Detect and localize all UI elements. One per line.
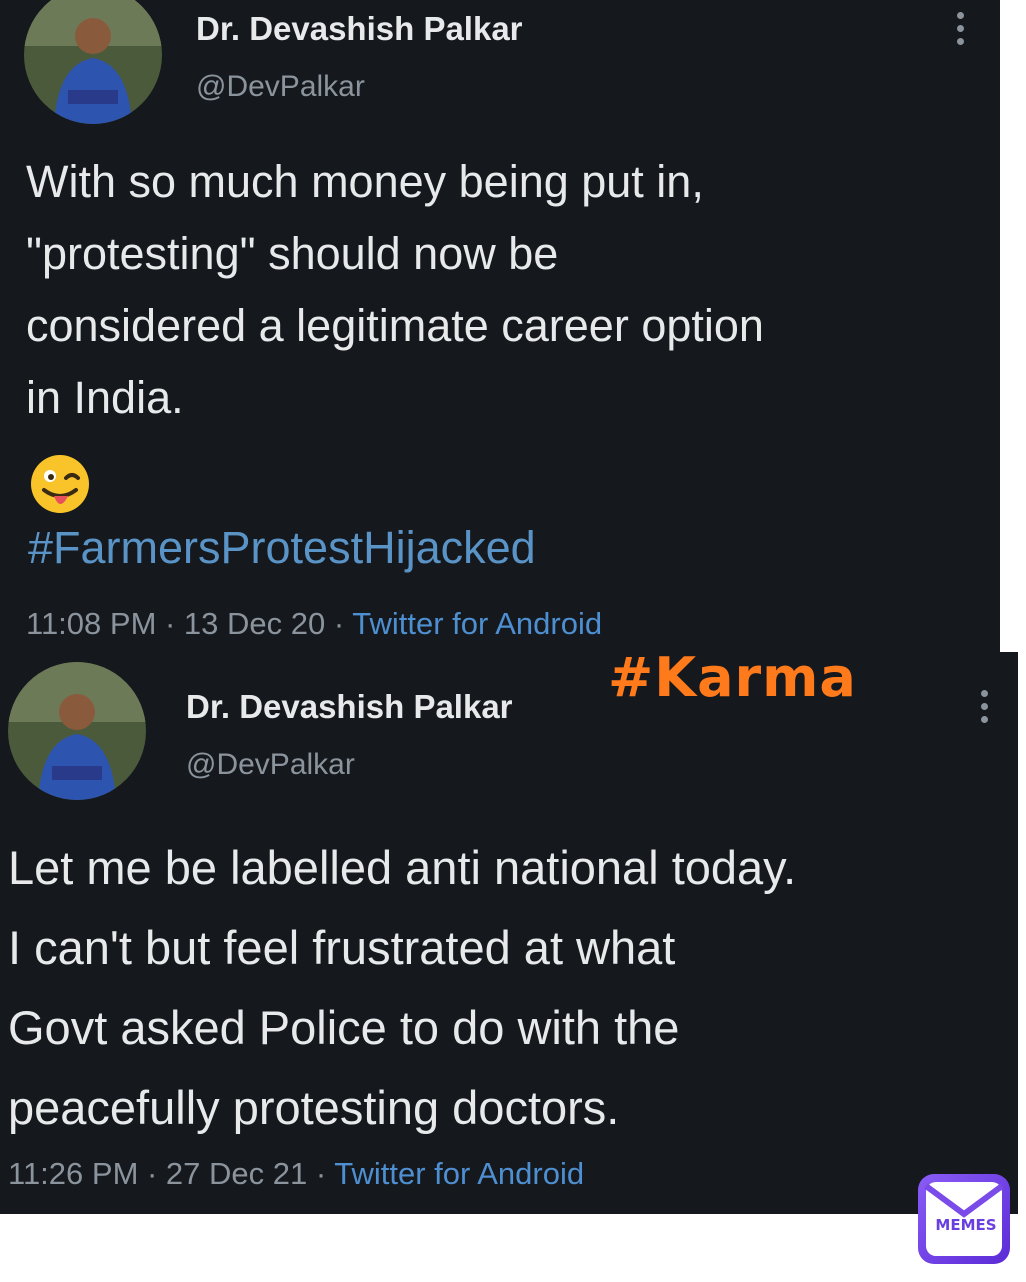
tweet-meta: 11:26 PM · 27 Dec 21 · Twitter for Andro…	[8, 1156, 584, 1192]
hashtag-link[interactable]: #FarmersProtestHijacked	[28, 522, 536, 574]
timestamp: 11:26 PM · 27 Dec 21 ·	[8, 1156, 335, 1191]
karma-caption: #Karma	[608, 646, 857, 709]
author-handle[interactable]: @DevPalkar	[186, 748, 355, 782]
tweet-text: Let me be labelled anti national today. …	[8, 841, 797, 1134]
tweet-meta: 11:08 PM · 13 Dec 20 · Twitter for Andro…	[26, 606, 602, 642]
tweet-card-2: Dr. Devashish Palkar @DevPalkar Let me b…	[0, 652, 1018, 1214]
author-name[interactable]: Dr. Devashish Palkar	[196, 10, 523, 48]
timestamp: 11:08 PM · 13 Dec 20 ·	[26, 606, 353, 641]
avatar-photo	[8, 662, 146, 800]
tweet-card-1: Dr. Devashish Palkar @DevPalkar With so …	[0, 0, 1000, 652]
winking-face-with-tongue-icon	[31, 455, 89, 513]
author-handle[interactable]: @DevPalkar	[196, 70, 365, 104]
author-name[interactable]: Dr. Devashish Palkar	[186, 688, 513, 726]
tweet-text: With so much money being put in, "protes…	[26, 156, 764, 423]
avatar-photo	[24, 0, 162, 124]
source-link[interactable]: Twitter for Android	[334, 1156, 584, 1191]
avatar[interactable]	[24, 0, 162, 124]
source-link[interactable]: Twitter for Android	[352, 606, 602, 641]
avatar[interactable]	[8, 662, 146, 800]
more-options-icon[interactable]	[979, 690, 989, 723]
watermark-label: MEMES	[935, 1216, 997, 1234]
more-options-icon[interactable]	[955, 12, 965, 45]
